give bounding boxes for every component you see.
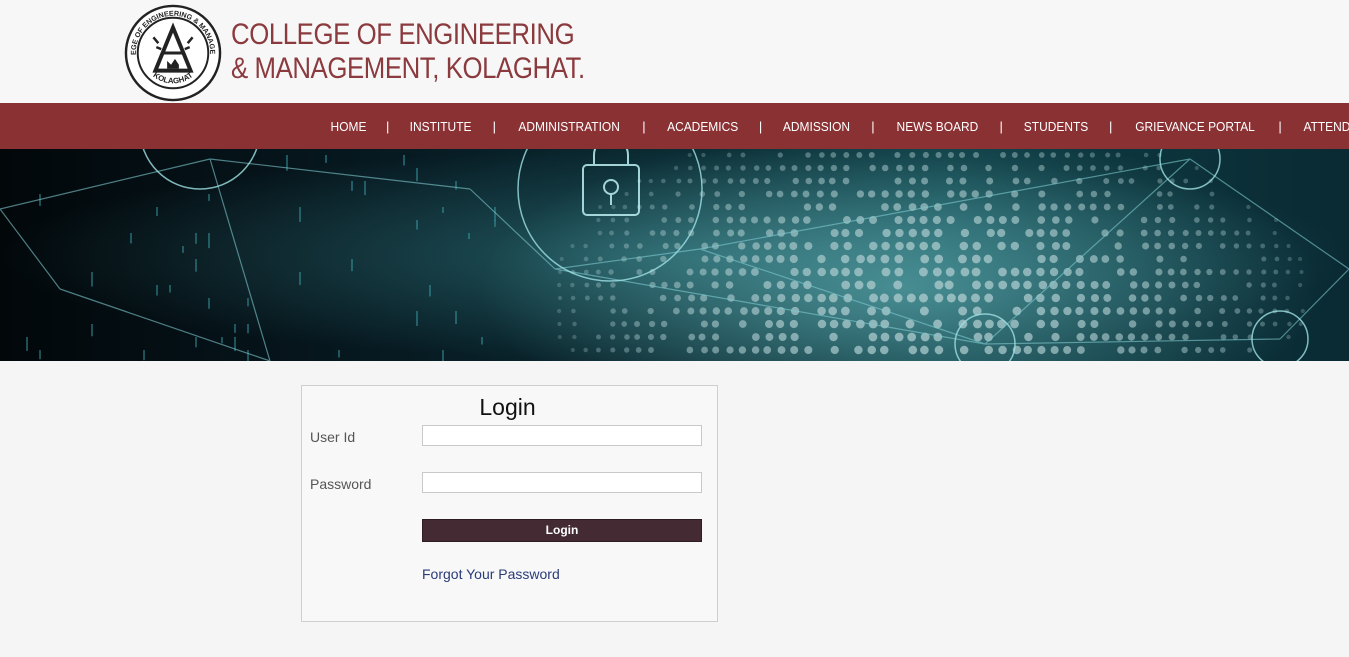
login-panel: Login User Id Password Login Forgot Your…	[301, 385, 718, 622]
main-navbar: HOME | INSTITUTE | ADMINISTRATION | ACADEMICS |…	[0, 103, 1349, 149]
nav-item-admission[interactable]: ADMISSION	[775, 119, 859, 134]
login-title: Login	[479, 394, 536, 420]
nav-separator: |	[758, 118, 763, 134]
nav-separator: |	[999, 118, 1003, 134]
network-security-banner-image	[0, 149, 1349, 361]
nav-item-attendance[interactable]: ATTENDANCE	[1295, 119, 1349, 134]
hero-banner	[0, 149, 1349, 361]
site-header: COLLEGE OF ENGINEERING & MANAGEMENT KOLA…	[0, 0, 1349, 103]
nav-separator: |	[386, 118, 390, 134]
nav-separator: |	[1108, 118, 1113, 134]
nav-item-institute[interactable]: INSTITUTE	[402, 119, 480, 134]
forgot-password-link[interactable]: Forgot Your Password	[422, 566, 560, 582]
college-seal-logo[interactable]: COLLEGE OF ENGINEERING & MANAGEMENT KOLA…	[124, 4, 222, 102]
user-id-input[interactable]	[422, 425, 702, 446]
nav-separator: |	[642, 118, 646, 134]
nav-item-grievance-portal[interactable]: GRIEVANCE PORTAL	[1127, 119, 1263, 134]
nav-item-academics[interactable]: ACADEMICS	[658, 119, 746, 134]
college-name-line2: & MANAGEMENT, KOLAGHAT.	[231, 52, 585, 85]
user-id-label: User Id	[310, 429, 356, 445]
nav-separator: |	[492, 118, 496, 134]
password-input[interactable]	[422, 472, 702, 493]
college-name[interactable]: COLLEGE OF ENGINEERING & MANAGEMENT, KOL…	[231, 18, 585, 86]
nav-item-students[interactable]: STUDENTS	[1015, 119, 1096, 134]
nav-item-home[interactable]: HOME	[322, 119, 374, 134]
nav-item-administration[interactable]: ADMINISTRATION	[510, 119, 628, 134]
password-label: Password	[310, 476, 372, 492]
nav-separator: |	[1278, 118, 1282, 134]
main-menu: HOME | INSTITUTE | ADMINISTRATION | ACADEMICS |…	[320, 103, 1349, 149]
nav-item-news-board[interactable]: NEWS BOARD	[888, 119, 986, 134]
login-button[interactable]: Login	[422, 519, 702, 542]
nav-separator: |	[871, 118, 875, 134]
college-name-line1: COLLEGE OF ENGINEERING	[231, 18, 575, 51]
